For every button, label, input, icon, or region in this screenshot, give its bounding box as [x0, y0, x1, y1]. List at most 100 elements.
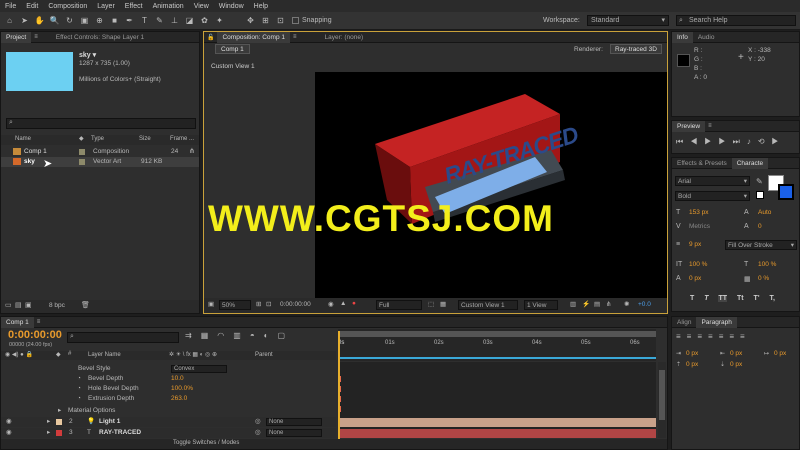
axis-view-icon[interactable]: ⊡	[275, 15, 286, 26]
space-after-value[interactable]: 0 px	[730, 361, 742, 368]
faux-italic-button[interactable]: T	[704, 295, 708, 302]
all-caps-button[interactable]: TT	[718, 295, 728, 302]
new-comp-icon[interactable]: ▣	[25, 301, 32, 309]
play-icon[interactable]: ▶	[704, 137, 718, 146]
bpc-label[interactable]: 8 bpc	[49, 302, 65, 309]
toggle-switches-button[interactable]: Toggle Switches / Modes	[173, 440, 239, 446]
swap-colors-icon[interactable]	[756, 191, 764, 199]
ram-preview-icon[interactable]: ▶	[772, 137, 786, 146]
channel-icon[interactable]: ●	[352, 300, 356, 307]
tab-composition[interactable]: Composition: Comp 1	[217, 31, 290, 43]
safe-zones-icon[interactable]: ⊞	[256, 300, 261, 308]
timeline-scrollbar[interactable]	[658, 362, 666, 438]
menu-edit[interactable]: Edit	[21, 3, 43, 10]
audio-icon[interactable]: ♪	[747, 137, 758, 146]
label-color-swatch[interactable]	[56, 419, 62, 425]
stopwatch-icon[interactable]: ◔	[77, 374, 81, 384]
snapshot-icon[interactable]: ◉	[328, 300, 334, 308]
tab-character[interactable]: Characte	[731, 157, 769, 169]
rectangle-tool-icon[interactable]: ■	[109, 15, 120, 26]
pen-tool-icon[interactable]: ✒	[124, 15, 135, 26]
label-color-swatch[interactable]	[56, 430, 62, 436]
eye-icon[interactable]: ◉	[6, 428, 12, 438]
prev-frame-icon[interactable]: ◀	[690, 137, 704, 146]
tab-effects-presets[interactable]: Effects & Presets	[672, 158, 732, 169]
tsume-value[interactable]: 0 %	[758, 275, 769, 282]
font-family-select[interactable]: Arial ▾	[675, 176, 750, 186]
indent-left-value[interactable]: 0 px	[686, 350, 698, 357]
project-search-input[interactable]: ⌕	[6, 118, 196, 129]
tab-paragraph[interactable]: Paragraph	[696, 316, 737, 328]
comp-viewport[interactable]: RAY-TRACED	[315, 72, 667, 298]
timecode-display[interactable]: 0:00:00:00	[280, 301, 311, 308]
align-left-icon[interactable]: ≡	[676, 332, 687, 341]
tracking-value[interactable]: 0	[758, 223, 762, 230]
parent-select[interactable]: None	[266, 429, 322, 437]
pan-tool-icon[interactable]: ⊕	[94, 15, 105, 26]
hand-tool-icon[interactable]: ✋	[34, 15, 45, 26]
fast-preview-icon[interactable]: ⚡	[582, 300, 590, 308]
project-item-comp[interactable]: Comp 1 Composition 24 ⋔	[1, 147, 199, 157]
menu-animation[interactable]: Animation	[148, 3, 189, 10]
draft-3d-icon[interactable]: ▦	[201, 331, 218, 340]
puppet-tool-icon[interactable]: ✦	[214, 15, 225, 26]
align-right-icon[interactable]: ≡	[697, 332, 708, 341]
space-before-value[interactable]: 0 px	[686, 361, 698, 368]
comp-mini-flowchart-icon[interactable]: ⇉	[185, 331, 201, 340]
stroke-color-swatch[interactable]	[778, 184, 794, 200]
menu-view[interactable]: View	[189, 3, 214, 10]
layer-name-column[interactable]: Layer Name	[88, 352, 121, 358]
label-color-swatch[interactable]	[79, 159, 85, 165]
prop-value[interactable]: 100.0%	[171, 384, 193, 394]
menu-layer[interactable]: Layer	[92, 3, 120, 10]
timecode[interactable]: 0:00:00:00	[8, 329, 62, 341]
frame-blending-icon[interactable]: ▥	[233, 331, 250, 340]
views-select[interactable]: 1 View	[524, 300, 558, 310]
view-select[interactable]: Custom View 1	[458, 300, 518, 310]
brainstorm-icon[interactable]: ▢	[278, 331, 295, 340]
expand-arrow-icon[interactable]: ▸	[58, 406, 61, 416]
panel-menu-icon[interactable]: ≡	[34, 34, 38, 40]
menu-window[interactable]: Window	[214, 3, 249, 10]
axis-local-icon[interactable]: ✥	[245, 15, 256, 26]
label-column-icon[interactable]: ◆	[79, 135, 84, 142]
mask-icon[interactable]: ⊡	[266, 300, 271, 308]
eyedropper-icon[interactable]: ✎	[756, 177, 763, 186]
last-frame-icon[interactable]: ⏭	[733, 137, 747, 146]
flowchart-icon[interactable]: ⋔	[189, 147, 195, 155]
layer-bar-light[interactable]	[338, 418, 656, 427]
pickwhip-icon[interactable]: ◎	[255, 417, 261, 427]
menu-effect[interactable]: Effect	[120, 3, 148, 10]
eye-icon[interactable]: ◉	[6, 417, 12, 427]
superscript-button[interactable]: T'	[754, 295, 760, 302]
baseline-value[interactable]: 0 px	[689, 275, 701, 282]
justify-last-center-icon[interactable]: ≡	[719, 332, 730, 341]
font-size-value[interactable]: 153 px	[689, 209, 709, 216]
justify-last-right-icon[interactable]: ≡	[729, 332, 740, 341]
brush-tool-icon[interactable]: ✎	[154, 15, 165, 26]
shy-icon[interactable]: ◠	[217, 331, 233, 340]
pixel-ratio-icon[interactable]: ▥	[570, 300, 576, 308]
tab-timeline-comp[interactable]: Comp 1	[1, 316, 34, 328]
exposure-icon[interactable]: ✺	[624, 300, 629, 308]
tab-info[interactable]: Info	[672, 31, 693, 43]
layer-bar-ray-traced[interactable]	[338, 429, 656, 438]
prop-value[interactable]: 10.0	[171, 374, 184, 384]
resolution-select[interactable]: Full	[376, 300, 422, 310]
workspace-select[interactable]: Standard ▾	[587, 15, 669, 26]
tab-align[interactable]: Align	[672, 317, 696, 328]
timeline-search-input[interactable]: ⌕	[67, 332, 179, 343]
stamp-tool-icon[interactable]: ⊥	[169, 15, 180, 26]
exposure-value[interactable]: +0.0	[638, 301, 651, 308]
playhead[interactable]	[338, 331, 340, 439]
home-icon[interactable]: ⌂	[4, 15, 15, 26]
horizontal-scale-value[interactable]: 100 %	[758, 261, 776, 268]
project-item-sky[interactable]: sky Vector Art 912 KB	[1, 157, 199, 167]
zoom-select[interactable]: 50%	[219, 300, 251, 310]
pickwhip-icon[interactable]: ◎	[255, 428, 261, 438]
stopwatch-icon[interactable]: ◔	[77, 394, 81, 404]
justify-last-left-icon[interactable]: ≡	[708, 332, 719, 341]
menu-file[interactable]: File	[0, 3, 21, 10]
magnify-icon[interactable]: ▣	[208, 300, 214, 308]
panel-menu-icon[interactable]: ≡	[37, 319, 41, 325]
